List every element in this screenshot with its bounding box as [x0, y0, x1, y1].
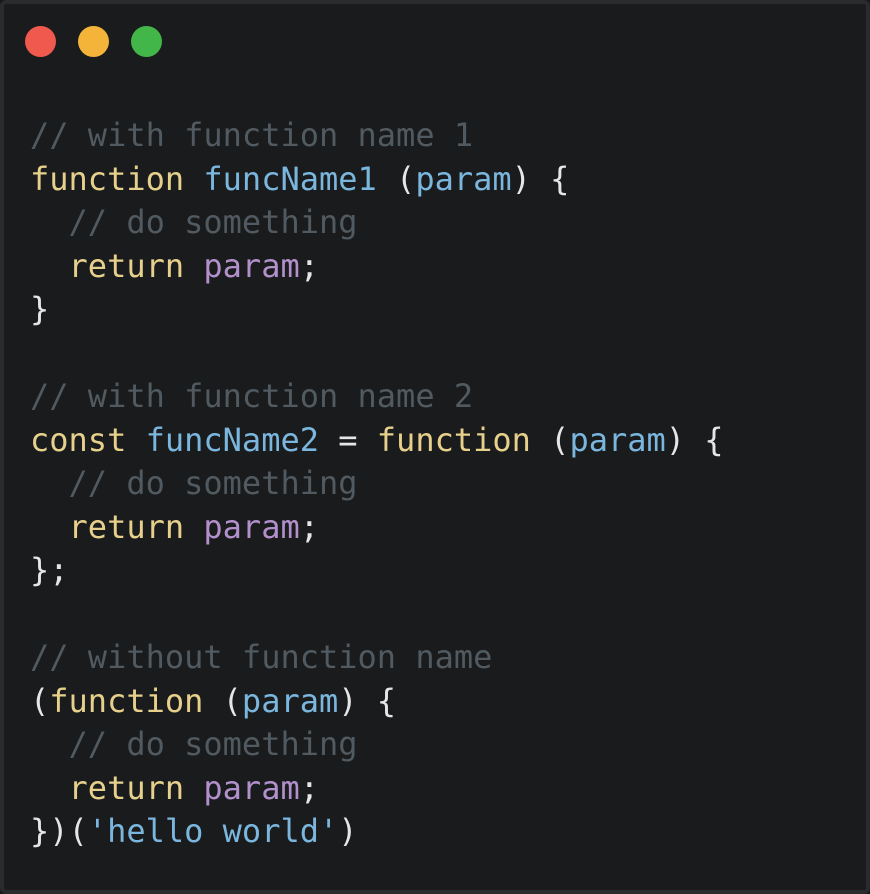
code-token-keyword: const — [30, 420, 127, 459]
code-line: (function (param) { — [30, 680, 724, 724]
code-token-comment: // do something — [30, 725, 358, 763]
code-line: // do something — [30, 723, 724, 767]
code-token-comment: // do something — [30, 464, 358, 502]
code-token-punct: ( — [376, 159, 416, 198]
code-token-punct: } — [30, 290, 50, 328]
code-token-punct: })( — [30, 812, 88, 850]
code-token-punct: = — [318, 420, 377, 459]
code-token-comment: // with function name 2 — [30, 377, 474, 415]
code-token-keyword: return — [68, 768, 185, 807]
code-line: // do something — [30, 201, 724, 245]
code-token-punct: ( — [30, 681, 50, 720]
code-token-keyword: function — [49, 681, 204, 720]
code-token-punct: ( — [530, 420, 570, 459]
code-token-identifier: param — [569, 420, 666, 459]
code-token-param_use: param — [203, 768, 300, 807]
code-token-identifier: param — [415, 159, 512, 198]
code-token-string: 'hello world' — [87, 812, 339, 850]
code-token-punct: ) { — [511, 159, 570, 198]
code-window: // with function name 1 function funcName… — [0, 0, 870, 894]
code-token-keyword: return — [68, 507, 185, 546]
code-token-punct: ) { — [338, 681, 397, 720]
code-token-punct — [184, 160, 203, 198]
code-line: return param; — [30, 767, 724, 811]
code-line: }; — [30, 549, 724, 593]
title-bar — [4, 4, 866, 84]
code-line: return param; — [30, 506, 724, 550]
code-line: // with function name 2 — [30, 375, 724, 419]
code-line: // with function name 1 — [30, 114, 724, 158]
minimize-icon[interactable] — [78, 26, 109, 57]
code-line: return param; — [30, 245, 724, 289]
code-block: // with function name 1 function funcName… — [30, 114, 724, 854]
code-token-keyword: return — [68, 246, 185, 285]
code-line: } — [30, 288, 724, 332]
code-token-identifier: param — [241, 681, 339, 720]
code-line: // do something — [30, 462, 724, 506]
code-line: const funcName2 = function (param) { — [30, 419, 724, 463]
code-token-comment: // with function name 1 — [30, 116, 474, 154]
code-token-punct: ; — [299, 507, 319, 546]
code-token-punct: ) { — [665, 420, 724, 459]
code-token-punct: ; — [299, 768, 319, 807]
code-token-comment: // without function name — [30, 638, 493, 676]
code-token-keyword: function — [376, 420, 531, 459]
code-token-punct: ; — [299, 246, 319, 285]
code-token-keyword: function — [30, 159, 185, 198]
code-token-comment: // do something — [30, 203, 358, 241]
code-token-punct: ( — [203, 681, 242, 720]
code-line: })('hello world') — [30, 810, 724, 854]
code-token-identifier: funcName1 — [203, 159, 377, 198]
code-token-param_use: param — [203, 246, 300, 285]
code-token-punct — [184, 247, 203, 285]
code-line: // without function name — [30, 636, 724, 680]
code-token-punct — [30, 769, 69, 807]
code-token-punct — [184, 508, 203, 546]
code-token-punct — [184, 769, 203, 807]
code-token-punct: ) — [338, 812, 358, 850]
code-token-identifier: funcName2 — [145, 420, 319, 459]
close-icon[interactable] — [25, 26, 56, 57]
code-token-punct — [126, 421, 145, 459]
code-token-param_use: param — [203, 507, 300, 546]
code-token-punct — [30, 508, 69, 546]
maximize-icon[interactable] — [131, 26, 162, 57]
code-token-punct — [30, 247, 69, 285]
code-token-punct: }; — [30, 551, 69, 589]
code-line: function funcName1 (param) { — [30, 158, 724, 202]
